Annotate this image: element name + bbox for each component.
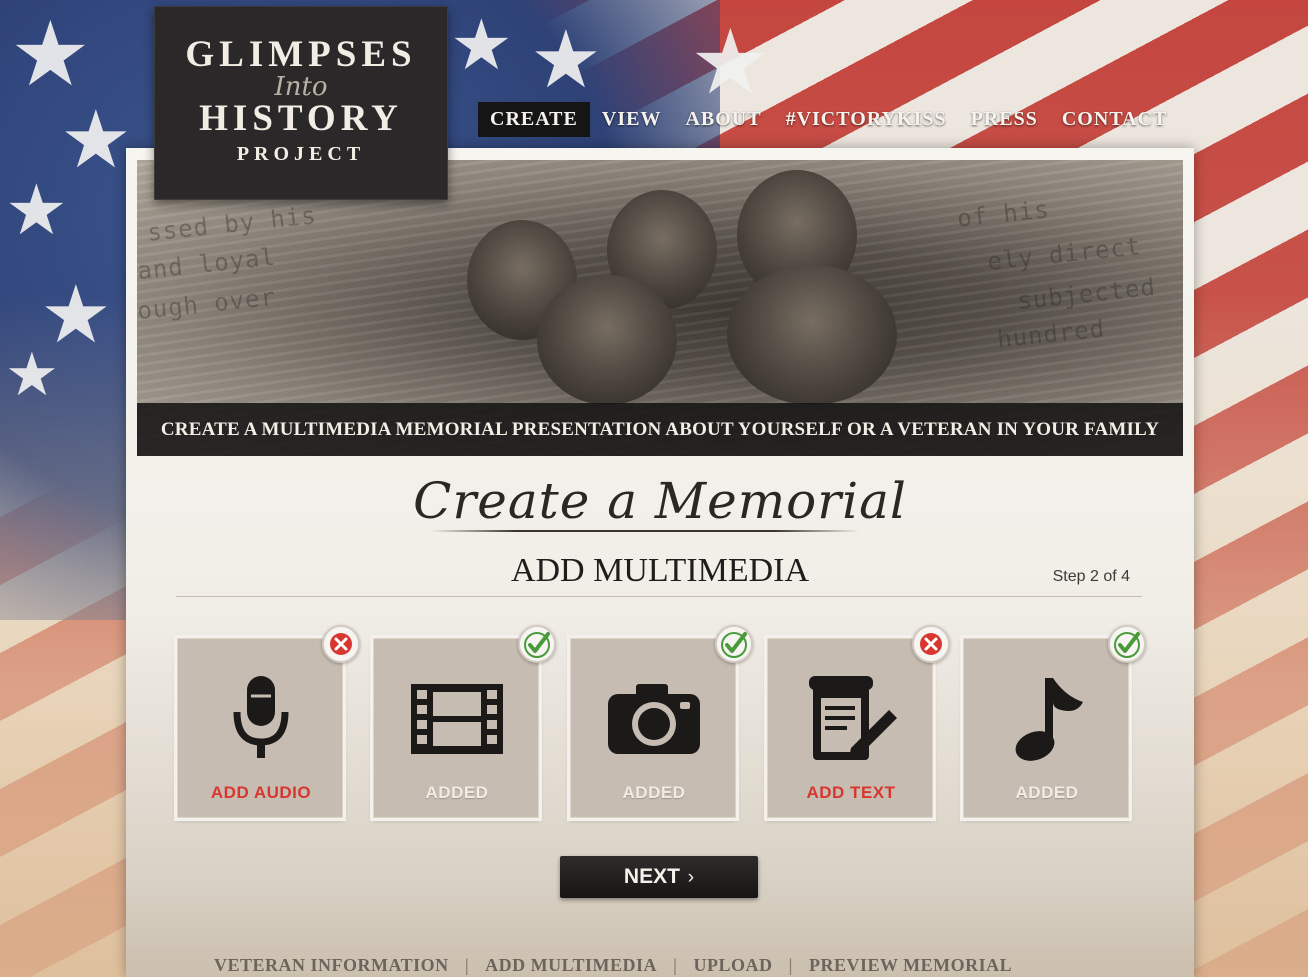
breadcrumb-separator: | <box>673 954 678 975</box>
status-added-badge <box>518 625 556 663</box>
film-strip-icon <box>374 669 540 769</box>
star-icon: ★ <box>5 340 59 410</box>
status-added-badge <box>1108 625 1146 663</box>
logo-line-into: Into <box>274 72 328 102</box>
nav-press[interactable]: PRESS <box>959 102 1050 137</box>
next-button[interactable]: NEXT › <box>560 856 758 898</box>
status-missing-badge <box>322 625 360 663</box>
media-card-label: ADD TEXT <box>806 783 896 802</box>
script-page-title: Create a Memorial <box>413 472 907 530</box>
media-card-video[interactable]: ADDED <box>373 625 556 818</box>
step-preview-memorial[interactable]: PREVIEW MEMORIAL <box>809 955 1012 976</box>
star-icon: ★ <box>530 13 602 106</box>
breadcrumb-separator: | <box>788 954 793 975</box>
checkmark-icon <box>524 632 550 658</box>
breadcrumb-separator: | <box>464 954 470 975</box>
title-underline <box>430 530 860 532</box>
section-divider <box>176 596 1142 597</box>
media-card-label: ADDED <box>1015 783 1079 802</box>
document-edit-icon <box>768 669 934 769</box>
soldier-figure <box>727 265 897 405</box>
nav-contact[interactable]: CONTACT <box>1050 102 1180 137</box>
media-card-photo[interactable]: ADDED <box>570 625 753 818</box>
star-icon: ★ <box>10 2 91 107</box>
logo-line-project: PROJECT <box>236 143 366 165</box>
media-card-audio[interactable]: ADD AUDIO <box>177 625 360 818</box>
step-add-multimedia[interactable]: ADD MULTIMEDIA <box>485 955 657 976</box>
microphone-icon <box>178 669 344 769</box>
soldier-figure <box>537 275 677 405</box>
chevron-right-icon: › <box>687 867 695 888</box>
media-card-label: ADD AUDIO <box>210 783 312 802</box>
music-note-icon <box>964 669 1130 769</box>
main-nav: CREATE VIEW ABOUT #VICTORYKISS PRESS CON… <box>478 102 1179 137</box>
step-veteran-information[interactable]: VETERAN INFORMATION <box>214 955 449 976</box>
checkmark-icon <box>1114 632 1140 658</box>
nav-about[interactable]: ABOUT <box>673 102 773 137</box>
hero-caption: CREATE A MULTIMEDIA MEMORIAL PRESENTATIO… <box>137 403 1183 456</box>
nav-view[interactable]: VIEW <box>590 102 674 137</box>
nav-victorykiss[interactable]: #VICTORYKISS <box>774 102 959 137</box>
section-title: ADD MULTIMEDIA <box>510 552 810 589</box>
cross-icon <box>920 633 942 655</box>
nav-create[interactable]: CREATE <box>478 102 590 137</box>
site-logo[interactable]: GLIMPSES Into HISTORY PROJECT <box>154 6 448 200</box>
status-added-badge <box>715 625 753 663</box>
logo-line-history: HISTORY <box>199 98 403 139</box>
star-icon: ★ <box>5 169 68 251</box>
step-upload[interactable]: UPLOAD <box>693 955 772 976</box>
star-icon: ★ <box>450 4 513 86</box>
star-icon: ★ <box>60 93 132 186</box>
media-card-text[interactable]: ADD TEXT <box>767 625 950 818</box>
step-indicator: Step 2 of 4 <box>1052 568 1130 585</box>
logo-line-glimpses: GLIMPSES <box>185 34 417 75</box>
status-missing-badge <box>912 625 950 663</box>
media-card-label: ADDED <box>425 783 489 802</box>
step-breadcrumb: VETERAN INFORMATION | ADD MULTIMEDIA | U… <box>214 953 1114 977</box>
cross-icon <box>330 633 352 655</box>
media-card-music[interactable]: ADDED <box>963 625 1146 818</box>
camera-icon <box>571 669 737 769</box>
media-card-label: ADDED <box>622 783 686 802</box>
checkmark-icon <box>721 632 747 658</box>
next-button-label: NEXT <box>623 865 680 888</box>
star-icon: ★ <box>690 10 771 115</box>
